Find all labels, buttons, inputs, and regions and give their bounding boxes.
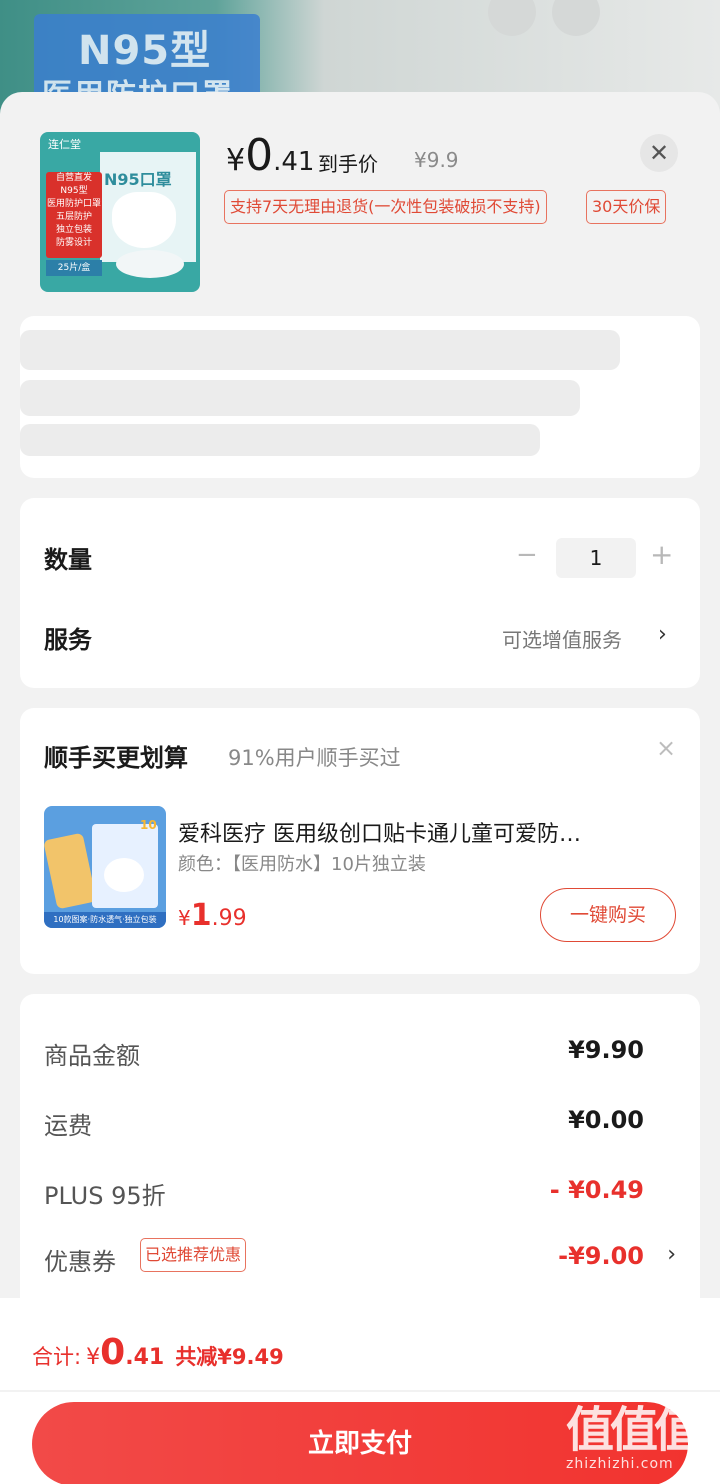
price-integer: 0 (100, 1332, 126, 1373)
service-label: 服务 (44, 626, 92, 654)
thumb-badge-line: 防雾设计 (55, 238, 92, 248)
chevron-right-icon[interactable]: › (658, 622, 667, 647)
price-label: 到手价 (318, 152, 378, 176)
quantity-service-card: 数量 − 1 + 服务 可选增值服务 › (20, 498, 700, 688)
cartoon-image (104, 858, 144, 892)
address-card-blurred[interactable] (20, 316, 700, 478)
summary-value: ¥0.00 (568, 1106, 644, 1134)
blurred-text (20, 380, 580, 416)
thumb-footer-text: 10款图案·防水透气·独立包装 (44, 912, 166, 928)
price-integer: 0 (245, 130, 274, 181)
thumb-badge-line: 医用防护口罩 (46, 199, 101, 209)
thumb-badge: 自营直发 N95型 医用防护口罩 五层防护 独立包装 防雾设计 (46, 172, 102, 258)
blurred-text (20, 330, 620, 370)
bundle-item-spec: 颜色：【医用防水】10片独立装 (178, 854, 426, 875)
quantity-label: 数量 (44, 546, 92, 574)
price-integer: 1 (190, 898, 212, 933)
final-price: ¥0.41 (226, 130, 314, 181)
service-option-link[interactable]: 可选增值服务 (502, 624, 622, 653)
price-currency: ¥ (178, 906, 191, 930)
one-click-buy-button[interactable]: 一键购买 (540, 888, 676, 942)
mask-image (112, 192, 176, 248)
divider (0, 1390, 720, 1392)
summary-value: ¥9.90 (568, 1036, 644, 1064)
background-icon-button (488, 0, 536, 36)
bundle-recommendation-card: 顺手买更划算 91%用户顺手买过 × 10 10款图案·防水透气·独立包装 爱科… (20, 708, 700, 974)
summary-row: 商品金额 ¥9.90 (44, 1032, 676, 1072)
bandage-image (44, 832, 97, 910)
bundle-item-thumbnail[interactable]: 10 10款图案·防水透气·独立包装 (44, 806, 166, 928)
blurred-text (20, 424, 540, 456)
watermark-url: zhizhizhi.com (566, 1456, 674, 1472)
thumb-badge-line: 五层防护 (55, 212, 92, 222)
thumb-tag: 10 (140, 818, 157, 832)
quantity-plus-button[interactable]: + (650, 538, 673, 571)
chevron-right-icon[interactable]: › (667, 1242, 676, 1267)
price-protect-tag: 30天价保 (586, 190, 667, 224)
quantity-minus-button[interactable]: − (516, 540, 538, 570)
return-policy-tag: 支持7天无理由退货(一次性包装破损不支持) (224, 190, 547, 224)
summary-label: 运费 (44, 1112, 92, 1140)
thumb-stand (116, 250, 184, 278)
close-button[interactable]: ✕ (640, 134, 678, 172)
quantity-input[interactable]: 1 (556, 538, 636, 578)
price-decimal: .99 (211, 906, 247, 931)
coupon-row[interactable]: 优惠券 已选推荐优惠 -¥9.00 › (44, 1238, 676, 1278)
original-price: ¥9.9 (414, 148, 459, 172)
thumb-count: 25片/盒 (46, 260, 102, 276)
total-saved: 共减¥9.49 (175, 1345, 284, 1369)
purchase-sheet: 连仁堂 N95口罩 自营直发 N95型 医用防护口罩 五层防护 独立包装 防雾设… (0, 92, 720, 1484)
summary-label: 商品金额 (44, 1042, 140, 1070)
thumb-brand: 连仁堂 (48, 138, 81, 151)
bundle-item-name[interactable]: 爱科医疗 医用级创口贴卡通儿童可爱防… (178, 816, 658, 848)
price-currency: ¥ (226, 143, 246, 178)
summary-row: 运费 ¥0.00 (44, 1102, 676, 1142)
summary-row: PLUS 95折 - ¥0.49 (44, 1172, 676, 1212)
price-currency: ¥ (86, 1345, 101, 1370)
coupon-badge: 已选推荐优惠 (140, 1238, 247, 1272)
summary-label: PLUS 95折 (44, 1182, 166, 1210)
bundle-title: 顺手买更划算 (44, 744, 188, 772)
bundle-subtitle: 91%用户顺手买过 (228, 746, 401, 770)
price-decimal: .41 (125, 1345, 165, 1370)
total-price: 合计: ¥0.41 共减¥9.49 (32, 1332, 284, 1373)
thumb-badge-line: N95型 (60, 186, 88, 196)
summary-discount-value: - ¥0.49 (549, 1176, 644, 1204)
background-icon-button (552, 0, 600, 36)
close-icon: ✕ (648, 139, 670, 167)
thumb-box-text: N95口罩 (104, 170, 172, 189)
background-banner-title: N95型 (78, 28, 212, 74)
coupon-value: -¥9.00 (558, 1242, 644, 1270)
bundle-item-price: ¥1.99 (178, 898, 247, 933)
background-banner: N95型 医用防护口罩 (34, 14, 260, 113)
watermark: 值值值 zhizhizhi.com (566, 1404, 716, 1480)
thumb-badge-line: 独立包装 (55, 225, 92, 235)
total-label: 合计: (32, 1345, 82, 1369)
bundle-close-icon[interactable]: × (656, 734, 676, 762)
thumb-badge-line: 自营直发 (55, 173, 92, 183)
summary-label: 优惠券 (44, 1248, 116, 1276)
product-thumbnail: 连仁堂 N95口罩 自营直发 N95型 医用防护口罩 五层防护 独立包装 防雾设… (40, 132, 200, 292)
price-decimal: .41 (273, 147, 315, 177)
watermark-logo: 值值值 (566, 1402, 702, 1458)
